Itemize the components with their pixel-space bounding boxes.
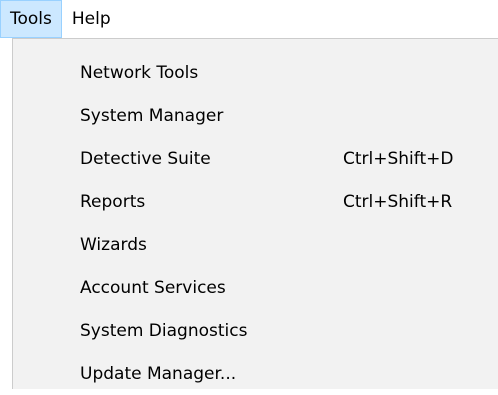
menu-item-wizards[interactable]: Wizards (13, 223, 498, 266)
menu-item-label: Reports (80, 191, 146, 212)
menu-item-label: Wizards (80, 234, 147, 255)
menu-item-shortcut: Ctrl+Shift+R (343, 191, 453, 212)
menu-item-system-manager[interactable]: System Manager (13, 94, 498, 137)
menubar-tools[interactable]: Tools (0, 0, 62, 38)
menu-item-network-tools[interactable]: Network Tools (13, 51, 498, 94)
menu-item-reports[interactable]: Reports Ctrl+Shift+R (13, 180, 498, 223)
menu-item-system-diagnostics[interactable]: System Diagnostics (13, 309, 498, 352)
menu-bar: Tools Help (0, 0, 498, 38)
menu-item-label: System Diagnostics (80, 320, 248, 341)
menu-item-shortcut: Ctrl+Shift+D (343, 148, 454, 169)
menu-item-label: Account Services (80, 277, 226, 298)
menubar-help[interactable]: Help (62, 0, 121, 38)
tools-dropdown-menu: Network Tools System Manager Detective S… (12, 38, 498, 389)
menu-item-account-services[interactable]: Account Services (13, 266, 498, 309)
menu-item-label: System Manager (80, 105, 224, 126)
menu-item-label: Detective Suite (80, 148, 211, 169)
menu-item-label: Update Manager... (80, 363, 237, 384)
menu-item-label: Network Tools (80, 62, 199, 83)
menu-item-detective-suite[interactable]: Detective Suite Ctrl+Shift+D (13, 137, 498, 180)
